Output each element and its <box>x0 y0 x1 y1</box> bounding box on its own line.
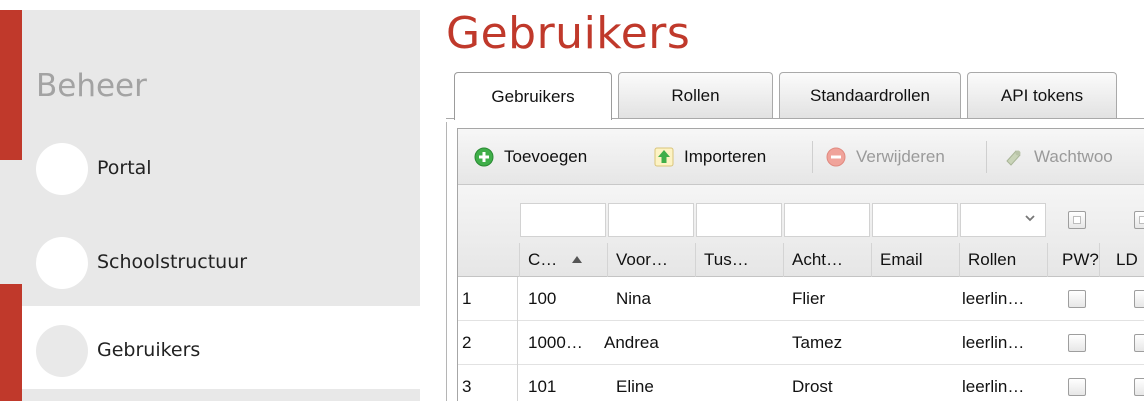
cell-roles: leerlin… <box>962 377 1025 396</box>
cell-code: 1000… <box>528 333 583 352</box>
schoolstructuur-icon <box>36 237 88 289</box>
delete-button-label: Verwijderen <box>856 147 945 166</box>
column-header-middlename[interactable]: Tus… <box>696 243 784 277</box>
sidebar-accent-bar <box>0 10 22 160</box>
filter-lastname-input[interactable] <box>784 203 870 237</box>
row-number: 1 <box>458 277 518 321</box>
column-header-rownum <box>458 243 520 277</box>
column-header-roles[interactable]: Rollen <box>960 243 1048 277</box>
sidebar: Beheer Portal Schoolstructuur Gebruikers <box>0 0 420 401</box>
sidebar-divider <box>22 389 420 401</box>
sidebar-item-label: Gebruikers <box>97 339 201 361</box>
filter-firstname-input[interactable] <box>608 203 694 237</box>
pw-checkbox[interactable] <box>1068 290 1086 308</box>
column-header-pw[interactable]: PW? <box>1048 243 1100 277</box>
cell-code: 101 <box>528 377 557 396</box>
cell-firstname: Nina <box>616 289 651 308</box>
filter-roles-select[interactable] <box>960 203 1046 237</box>
cell-lastname: Tamez <box>792 333 843 352</box>
password-button[interactable]: Wachtwoo <box>1004 143 1113 171</box>
portal-icon <box>36 143 88 195</box>
filter-middlename-input[interactable] <box>696 203 782 237</box>
cell-code: 100 <box>528 289 557 308</box>
filter-code-input[interactable] <box>520 203 606 237</box>
sidebar-item-gebruikers[interactable]: Gebruikers <box>22 306 420 396</box>
ld-checkbox[interactable] <box>1134 334 1144 352</box>
column-header-email[interactable]: Email <box>872 243 960 277</box>
ld-checkbox[interactable] <box>1134 290 1144 308</box>
cell-roles: leerlin… <box>962 289 1025 308</box>
filter-email-input[interactable] <box>872 203 958 237</box>
password-button-label: Wachtwoo <box>1034 147 1113 166</box>
row-number: 3 <box>458 365 518 401</box>
sidebar-item-label: Schoolstructuur <box>97 251 248 273</box>
filter-ld-checkbox[interactable] <box>1134 211 1144 229</box>
cell-firstname: Andrea <box>604 333 659 352</box>
ld-checkbox[interactable] <box>1134 378 1144 396</box>
tab-bar: Gebruikers Rollen Standaardrollen API to… <box>446 72 1144 122</box>
sort-ascending-icon <box>571 255 583 265</box>
column-header-code[interactable]: C… <box>520 243 608 277</box>
grid-header: C… Voor… Tus… Acht… Email Rollen PW? LD <box>458 185 1144 277</box>
import-button[interactable]: Importeren <box>654 143 766 171</box>
import-button-label: Importeren <box>684 147 767 166</box>
column-header-lastname[interactable]: Acht… <box>784 243 872 277</box>
add-button-label: Toevoegen <box>504 147 588 166</box>
column-header-label: C… <box>528 250 558 269</box>
table-row[interactable]: 3 101 Eline Drost leerlin… <box>458 365 1144 401</box>
import-icon <box>654 147 674 167</box>
add-icon <box>474 147 494 167</box>
delete-button[interactable]: Verwijderen <box>826 143 945 171</box>
grid-toolbar: Toevoegen Importeren Verwijderen Wachtwo… <box>458 129 1144 185</box>
password-icon <box>1004 147 1024 167</box>
toolbar-separator <box>986 141 987 173</box>
column-header-firstname[interactable]: Voor… <box>608 243 696 277</box>
sidebar-item-label: Portal <box>97 157 152 179</box>
add-button[interactable]: Toevoegen <box>474 143 587 171</box>
toolbar-separator <box>812 141 813 173</box>
sidebar-item-portal[interactable]: Portal <box>22 124 420 214</box>
tab-gebruikers[interactable]: Gebruikers <box>454 72 612 120</box>
cell-roles: leerlin… <box>962 333 1025 352</box>
cell-lastname: Drost <box>792 377 833 396</box>
tab-api-tokens[interactable]: API tokens <box>967 72 1117 118</box>
grid-panel: Toevoegen Importeren Verwijderen Wachtwo… <box>446 122 1144 401</box>
table-row[interactable]: 2 1000… Andrea Tamez leerlin… <box>458 321 1144 365</box>
chevron-down-icon <box>1023 211 1037 230</box>
cell-lastname: Flier <box>792 289 826 308</box>
active-accent-bar <box>0 284 22 401</box>
row-number: 2 <box>458 321 518 365</box>
table-row[interactable]: 1 100 Nina Flier leerlin… <box>458 277 1144 321</box>
pw-checkbox[interactable] <box>1068 378 1086 396</box>
pw-checkbox[interactable] <box>1068 334 1086 352</box>
gebruikers-icon <box>36 325 88 377</box>
sidebar-title: Beheer <box>36 68 147 104</box>
tab-rollen[interactable]: Rollen <box>618 72 773 118</box>
column-header-ld[interactable]: LD <box>1100 243 1144 277</box>
cell-firstname: Eline <box>616 377 654 396</box>
tab-standaardrollen[interactable]: Standaardrollen <box>779 72 961 118</box>
users-grid: Toevoegen Importeren Verwijderen Wachtwo… <box>457 128 1144 401</box>
delete-icon <box>826 147 846 167</box>
sidebar-item-schoolstructuur[interactable]: Schoolstructuur <box>22 218 420 308</box>
filter-pw-checkbox[interactable] <box>1068 211 1086 229</box>
page-title: Gebruikers <box>446 8 691 59</box>
